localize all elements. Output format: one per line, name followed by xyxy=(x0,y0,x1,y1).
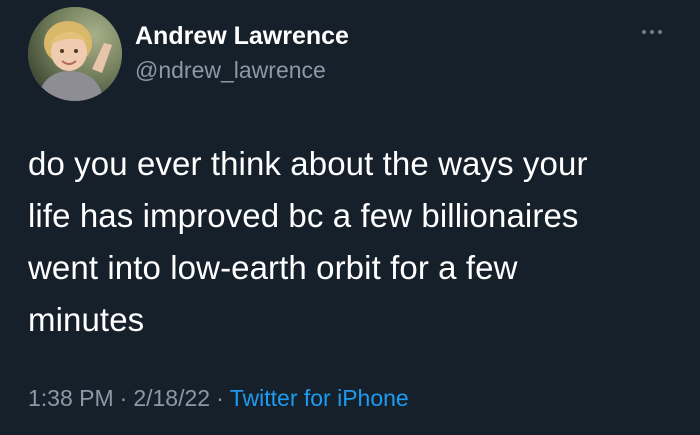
more-dot xyxy=(658,30,662,34)
meta-separator: · xyxy=(216,385,224,411)
meta-separator: · xyxy=(119,385,128,411)
tweet-text-line: life has improved bc a few billionaires xyxy=(28,197,579,234)
tweet-time[interactable]: 1:38 PM xyxy=(28,385,114,411)
tweet-text-line: minutes xyxy=(28,301,145,338)
tweet-meta: 1:38 PM · 2/18/22 · Twitter for iPhone xyxy=(28,383,409,413)
tweet-source-link[interactable]: Twitter for iPhone xyxy=(230,385,409,411)
tweet-text-line: went into low-earth orbit for a few xyxy=(28,249,518,286)
author-handle[interactable]: @ndrew_lawrence xyxy=(135,56,326,84)
more-dot xyxy=(650,30,654,34)
tweet-card: Andrew Lawrence @ndrew_lawrence do you e… xyxy=(0,0,700,435)
more-options-icon[interactable] xyxy=(636,24,672,40)
child-portrait-avatar-icon xyxy=(28,7,122,101)
author-display-name[interactable]: Andrew Lawrence xyxy=(135,21,349,51)
more-dot xyxy=(642,30,646,34)
avatar[interactable] xyxy=(28,7,122,101)
tweet-text-line: do you ever think about the ways your xyxy=(28,145,588,182)
tweet-text: do you ever think about the ways your li… xyxy=(28,138,683,346)
tweet-date[interactable]: 2/18/22 xyxy=(133,385,210,411)
